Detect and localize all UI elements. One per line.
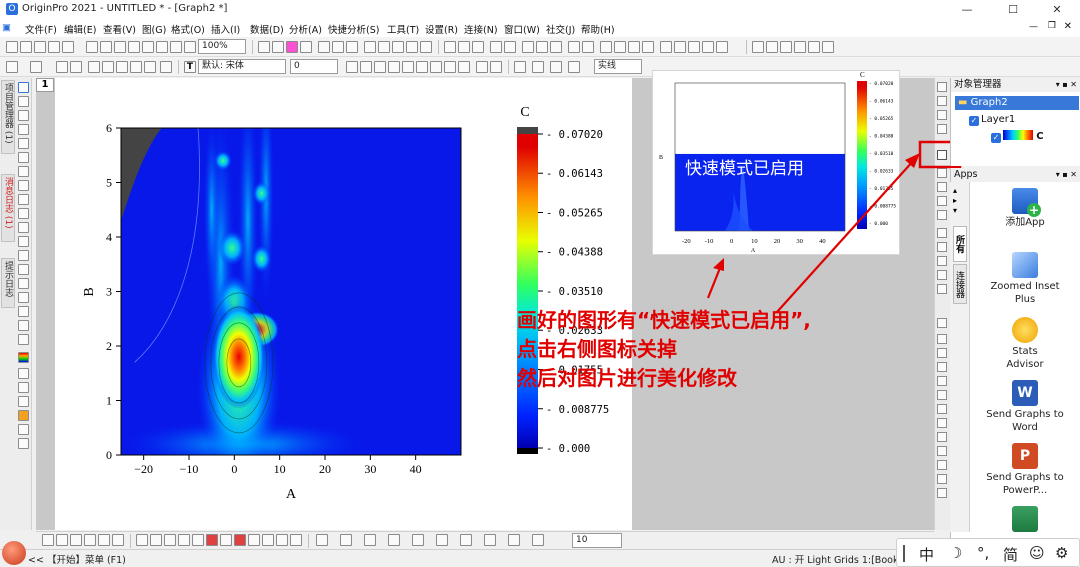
app-send-graphs-powerpoint[interactable]: P Send Graphs to PowerP... — [970, 443, 1080, 497]
plot-3d-matrix-icon[interactable] — [532, 534, 544, 546]
powerpoint-icon: P — [1012, 443, 1038, 469]
plot-3d-waterfall-icon[interactable] — [484, 534, 496, 546]
annotation-overlay — [706, 140, 962, 313]
ime-simplified-toggle[interactable]: 简 — [1003, 544, 1018, 565]
plot-3d-vector-icon[interactable] — [508, 534, 520, 546]
symbol-size-combo[interactable]: 10 — [572, 533, 622, 548]
plot-ternary-icon[interactable] — [192, 534, 204, 546]
plot-column-icon[interactable] — [84, 534, 96, 546]
tree-item-graph[interactable]: ▬ Graph2 — [955, 96, 1079, 110]
pdf-icon — [1012, 506, 1038, 532]
ime-halfwidth-icon[interactable]: ☽ — [949, 544, 962, 562]
app-send-graphs-word[interactable]: W Send Graphs to Word — [970, 380, 1080, 434]
apps-tab-strip: ▴ ▸ ▾ 所有 连接器 — [950, 182, 970, 532]
status-start-menu[interactable]: << 【开始】菜单 (F1) — [28, 552, 126, 566]
plot-heatmap-icon[interactable] — [234, 534, 246, 546]
plot-vector-icon[interactable] — [220, 534, 232, 546]
plot-histogram-icon[interactable] — [262, 534, 274, 546]
bottom-toolbar: 10 — [36, 531, 934, 549]
plot-bar-icon[interactable] — [98, 534, 110, 546]
apps-header: Apps ▾ ▪ ✕ — [951, 168, 1080, 182]
object-manager-panel: 对象管理器 ▾ ▪ ✕ ▬ Graph2 ✓ Layer1 ✓ C — [950, 78, 1080, 166]
plot-stat-icon[interactable] — [136, 534, 148, 546]
plot-linesymbol-icon[interactable] — [70, 534, 82, 546]
plot-multi-icon[interactable] — [276, 534, 288, 546]
ime-punctuation-icon[interactable]: °, — [977, 544, 989, 562]
toolbar-separator — [130, 534, 131, 548]
add-app-icon: + — [1012, 188, 1041, 217]
plot-3d-surface-icon[interactable] — [316, 534, 328, 546]
folder-icon: ▬ — [958, 97, 968, 108]
plot-3d-icon[interactable] — [164, 534, 176, 546]
plot-scatter-icon[interactable] — [56, 534, 68, 546]
status-info: AU : 开 Light Grids 1:[Book2] — [772, 555, 909, 566]
plot-colormap-icon — [1003, 130, 1033, 140]
ime-emoji-icon[interactable]: ☺ — [1029, 544, 1045, 562]
word-icon: W — [1012, 380, 1038, 406]
plot-box-icon[interactable] — [248, 534, 260, 546]
plot-line-icon[interactable] — [42, 534, 54, 546]
tree-item-layer[interactable]: ✓ Layer1 — [969, 113, 1015, 127]
plot-3d-ribbon-icon[interactable] — [436, 534, 448, 546]
app-add-app[interactable]: + 添加App — [970, 188, 1080, 229]
plot-3d-wire-icon[interactable] — [388, 534, 400, 546]
tab-connectors[interactable]: 连接器 — [953, 264, 967, 304]
layer-checkbox[interactable]: ✓ — [969, 116, 979, 126]
app-stats-advisor[interactable]: Stats Advisor — [970, 317, 1080, 371]
plot-polar-icon[interactable] — [178, 534, 190, 546]
object-manager-header: 对象管理器 ▾ ▪ ✕ — [951, 78, 1080, 92]
plot-3d-color-icon[interactable] — [412, 534, 424, 546]
plot-contour-icon[interactable] — [150, 534, 162, 546]
tab-all[interactable]: 所有 — [953, 226, 967, 262]
ime-chinese-toggle[interactable]: 中 — [919, 544, 934, 565]
plot-pie-icon[interactable] — [206, 534, 218, 546]
scroll-arrows-icon[interactable]: ▴ ▸ ▾ — [953, 186, 957, 216]
plot-checkbox[interactable]: ✓ — [991, 133, 1001, 143]
ime-toolbar: 中 ☽ °, 简 ☺ ⚙ — [896, 538, 1080, 567]
pin-icon[interactable]: ▾ ▪ ✕ — [1056, 168, 1077, 182]
plot-template-icon[interactable] — [290, 534, 302, 546]
app-more[interactable] — [970, 506, 1080, 534]
annotation-arrow — [776, 159, 915, 313]
app-zoomed-inset-plus[interactable]: Zoomed Inset Plus — [970, 252, 1080, 306]
toolbar-separator — [308, 534, 309, 548]
plot-3d-scatter-icon[interactable] — [340, 534, 352, 546]
pin-icon[interactable]: ▾ ▪ ✕ — [1056, 78, 1077, 92]
annotation-arrow — [706, 267, 722, 299]
zoomed-inset-icon — [1012, 252, 1038, 278]
magic-wand-icon — [1012, 317, 1038, 343]
ime-settings-icon[interactable]: ⚙ — [1055, 544, 1068, 562]
plot-3d-wall-icon[interactable] — [460, 534, 472, 546]
start-menu-icon[interactable] — [2, 541, 26, 565]
tree-item-plot[interactable]: ✓ C — [991, 130, 1044, 144]
plot-3d-bar-icon[interactable] — [364, 534, 376, 546]
plot-area-icon[interactable] — [112, 534, 124, 546]
